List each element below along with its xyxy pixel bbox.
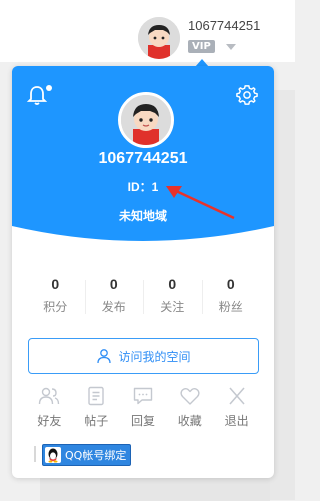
stat-value: 0 <box>168 276 177 292</box>
avatar-image <box>121 95 171 145</box>
stats-row: 0 积分 0 发布 0 关注 0 粉丝 <box>26 276 260 318</box>
qq-penguin-icon <box>45 447 61 463</box>
action-label: 帖子 <box>84 414 109 428</box>
friends-icon <box>39 387 60 405</box>
stat-label: 粉丝 <box>218 300 243 314</box>
annotation-arrow-icon <box>166 186 235 220</box>
profile-header: 1067744251 ID：1 未知地域 <box>12 66 274 256</box>
stat-value: 0 <box>51 276 60 292</box>
stat-following[interactable]: 0 关注 <box>143 276 202 318</box>
bell-icon[interactable] <box>26 84 48 106</box>
vip-badge: VIP <box>188 40 215 53</box>
stat-value: 0 <box>109 276 118 292</box>
action-label: 退出 <box>224 414 249 428</box>
action-friends[interactable]: 好友 <box>26 386 73 429</box>
notification-dot <box>46 85 52 91</box>
qq-bind-button[interactable]: QQ帐号绑定 <box>42 444 132 466</box>
profile-avatar[interactable] <box>118 92 174 148</box>
stat-label: 发布 <box>101 300 126 314</box>
action-label: 好友 <box>37 414 62 428</box>
stat-label: 积分 <box>43 300 68 314</box>
user-popover-card: 1067744251 ID：1 未知地域 0 积分 0 发布 0 关注 0 粉丝 <box>12 66 274 478</box>
action-favorite[interactable]: 收藏 <box>166 386 213 429</box>
user-avatar[interactable] <box>138 17 180 59</box>
action-label: 收藏 <box>177 414 202 428</box>
stat-value: 0 <box>226 276 235 292</box>
qq-bind-label: QQ帐号绑定 <box>65 449 127 462</box>
action-reply[interactable]: 回复 <box>120 386 167 429</box>
gear-icon[interactable] <box>236 84 258 106</box>
top-bar: 1067744251 VIP <box>0 0 295 62</box>
avatar-image <box>138 17 180 59</box>
favorite-icon <box>180 388 200 405</box>
action-logout[interactable]: 退出 <box>213 386 260 429</box>
visit-space-button[interactable]: 访问我的空间 <box>28 338 259 374</box>
reply-icon <box>133 387 153 405</box>
profile-username: 1067744251 <box>98 150 188 167</box>
top-username[interactable]: 1067744251 <box>188 18 260 33</box>
visit-space-label: 访问我的空间 <box>118 349 191 364</box>
chevron-down-icon[interactable] <box>226 44 236 50</box>
user-icon <box>97 349 112 364</box>
stat-label: 关注 <box>160 300 185 314</box>
logout-icon <box>229 387 245 405</box>
posts-icon <box>88 386 104 406</box>
action-posts[interactable]: 帖子 <box>73 386 120 429</box>
stat-posts[interactable]: 0 发布 <box>84 276 144 318</box>
actions-row: 好友 帖子 回复 收藏 退出 <box>26 386 260 429</box>
divider <box>34 446 36 462</box>
action-label: 回复 <box>130 414 155 428</box>
stat-points[interactable]: 0 积分 <box>26 276 85 318</box>
stat-followers[interactable]: 0 粉丝 <box>201 276 261 318</box>
